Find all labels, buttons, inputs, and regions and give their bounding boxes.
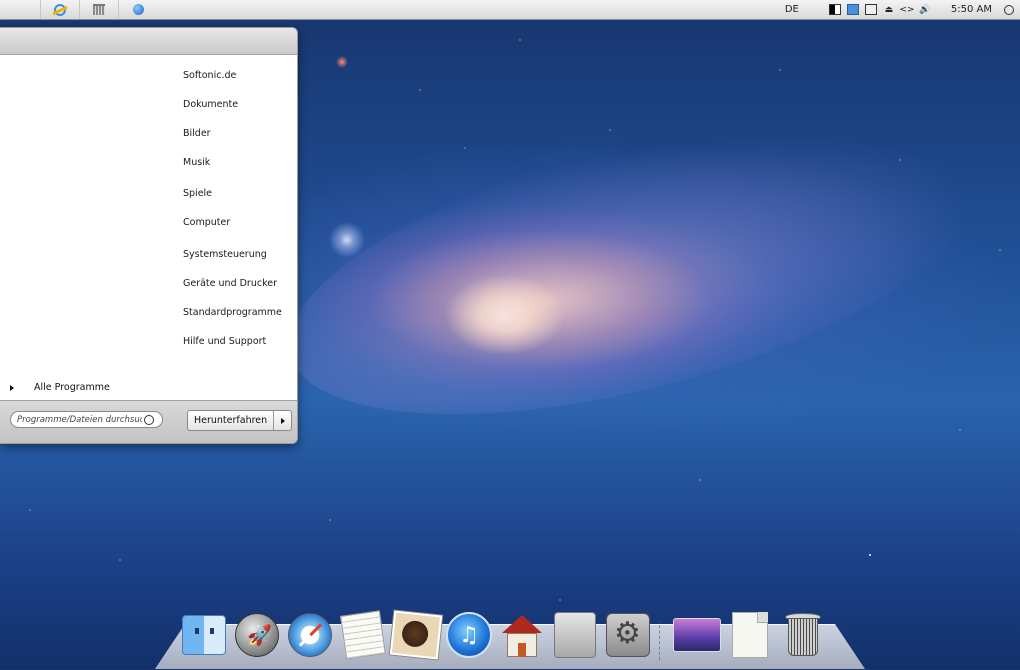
search-input[interactable] — [17, 414, 142, 425]
dock-item-textedit[interactable] — [339, 610, 387, 660]
shutdown-button[interactable]: Herunterfahren — [188, 411, 275, 430]
trash-icon — [785, 613, 821, 657]
code-icon[interactable]: <> — [899, 4, 914, 15]
menu-item-documents[interactable]: Dokumente — [183, 99, 238, 110]
shutdown-control[interactable]: Herunterfahren — [187, 410, 293, 431]
system-preferences-icon — [606, 613, 650, 657]
dock-item-itunes[interactable]: ♫ — [445, 610, 493, 660]
all-programs-label: Alle Programme — [34, 382, 110, 393]
menu-item-devices-printers[interactable]: Geräte und Drucker — [183, 278, 277, 289]
keyboard-icon[interactable] — [864, 4, 877, 15]
photo-booth-icon — [389, 610, 443, 660]
dock-item-mac-pro[interactable] — [551, 610, 599, 660]
menu-item-games[interactable]: Spiele — [183, 188, 212, 199]
dock: ♫ — [180, 605, 827, 660]
textedit-icon — [340, 610, 386, 660]
menu-item-music[interactable]: Musik — [183, 157, 210, 168]
launchpad-icon — [235, 613, 279, 657]
menu-item-pictures[interactable]: Bilder — [183, 128, 211, 139]
dock-item-safari[interactable] — [286, 610, 334, 660]
dock-item-home[interactable] — [498, 610, 546, 660]
start-menu-footer: Herunterfahren — [0, 400, 297, 443]
display-icon[interactable] — [846, 4, 859, 15]
safari-icon — [288, 613, 332, 657]
menu-item-computer[interactable]: Computer — [183, 217, 230, 228]
clock[interactable]: 5:50 AM — [951, 4, 992, 15]
shutdown-options-button[interactable] — [274, 411, 291, 430]
menu-item-default-programs[interactable]: Standardprogramme — [183, 307, 282, 318]
taskbar-media-player[interactable] — [118, 0, 157, 19]
menu-bar: DE ⏏ <> 🔊 5:50 AM — [0, 0, 1020, 20]
internet-explorer-icon — [54, 3, 66, 16]
taskbar-libraries[interactable] — [79, 0, 118, 19]
arrow-right-icon — [10, 384, 14, 391]
mac-pro-icon — [554, 612, 596, 658]
dock-item-finder[interactable] — [180, 610, 228, 660]
speaker-icon[interactable]: 🔊 — [919, 4, 931, 15]
search-icon[interactable] — [144, 414, 154, 425]
menu-item-control-panel[interactable]: Systemsteuerung — [183, 249, 267, 260]
dock-separator — [659, 620, 666, 660]
document-icon — [732, 612, 768, 658]
itunes-icon: ♫ — [446, 612, 492, 658]
dock-item-trash[interactable] — [779, 610, 827, 660]
home-folder-icon — [500, 613, 544, 657]
menu-item-help-support[interactable]: Hilfe und Support — [183, 336, 266, 347]
system-tray: DE ⏏ <> 🔊 5:50 AM — [785, 0, 1020, 19]
dock-item-photo-booth[interactable] — [389, 610, 443, 660]
arrow-right-icon — [280, 417, 285, 424]
network-icon[interactable] — [811, 4, 823, 15]
start-menu-body: Softonic.de Dokumente Bilder Musik Spiel… — [0, 55, 297, 401]
taskbar-internet-explorer[interactable] — [40, 0, 79, 19]
menu-bar-left — [0, 0, 157, 19]
windows-icon[interactable] — [828, 4, 841, 15]
finder-icon — [182, 615, 226, 655]
media-player-icon — [132, 4, 144, 15]
dock-item-document[interactable] — [726, 610, 774, 660]
eject-icon[interactable]: ⏏ — [883, 4, 895, 15]
start-menu: Softonic.de Dokumente Bilder Musik Spiel… — [0, 27, 298, 444]
all-programs[interactable]: Alle Programme — [10, 382, 110, 393]
desktop-folder-icon — [673, 618, 721, 652]
search-field[interactable] — [10, 411, 163, 428]
language-indicator[interactable]: DE — [785, 4, 799, 15]
libraries-icon — [93, 4, 105, 15]
spotlight-search-icon[interactable] — [1004, 4, 1014, 15]
menu-item-softonic[interactable]: Softonic.de — [183, 70, 236, 81]
dock-item-system-preferences[interactable] — [604, 610, 652, 660]
start-menu-header — [0, 28, 297, 55]
apple-icon[interactable] — [0, 0, 40, 19]
dock-item-launchpad[interactable] — [233, 610, 281, 660]
dock-item-desktop[interactable] — [673, 610, 721, 660]
